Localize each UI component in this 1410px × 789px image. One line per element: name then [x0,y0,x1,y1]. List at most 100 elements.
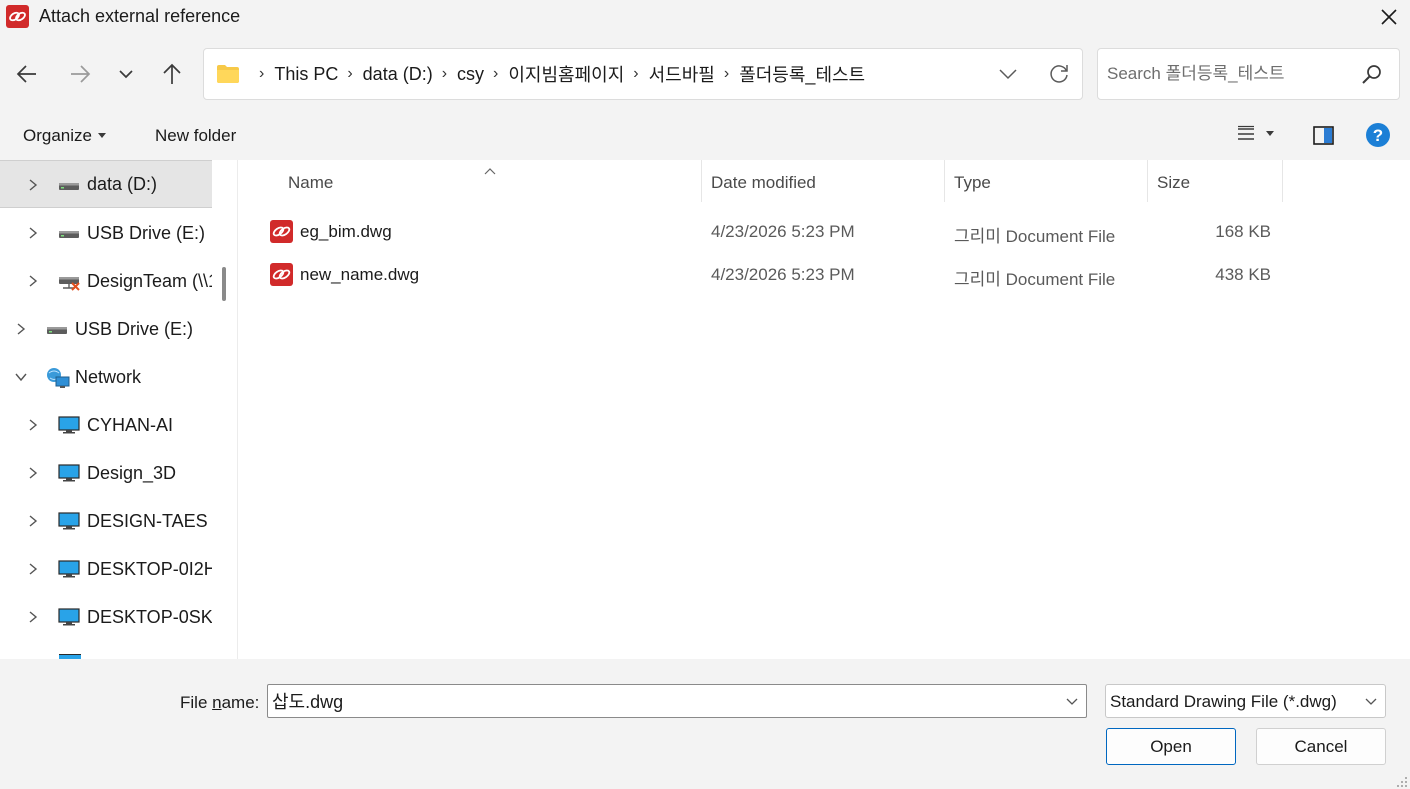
column-header-date[interactable]: Date modified [711,173,816,193]
breadcrumb-third-party[interactable]: 서드바필 [649,61,715,87]
breadcrumb-separator[interactable]: › [724,65,729,83]
chevron-right-icon[interactable] [26,274,40,288]
nav-item-data-drive[interactable]: data (D:) [0,160,212,208]
nav-item-label: DESKTOP-0I2H1 [87,558,212,579]
new-folder-button[interactable]: New folder [155,126,236,146]
chevron-right-icon[interactable] [26,562,40,576]
nav-pane-scrollbar[interactable] [222,267,226,301]
computer-icon [58,608,80,626]
close-button[interactable] [1372,2,1406,32]
chevron-right-icon[interactable] [26,514,40,528]
file-list[interactable]: Name Date modified Type Size eg_bim.dwg … [240,160,1410,659]
breadcrumb-current-folder[interactable]: 폴더등록_테스트 [739,61,865,87]
nav-item-design-3d[interactable]: Design_3D [0,449,212,497]
chevron-down-icon [999,69,1017,80]
column-header-size[interactable]: Size [1157,173,1190,193]
up-arrow-icon [163,63,181,84]
breadcrumb: › This PC › data (D:) › csy › 이지빔홈페이지 › … [250,49,865,99]
file-name-combobox[interactable] [267,684,1087,718]
label-part: ame: [221,693,260,712]
nav-item-label: DesignTeam (\\1 [87,270,212,291]
nav-item-design-taes[interactable]: DESIGN-TAES [0,497,212,545]
breadcrumb-this-pc[interactable]: This PC [274,64,338,85]
chevron-down-icon[interactable] [14,370,28,384]
help-button[interactable]: ? [1365,122,1391,148]
organize-button[interactable]: Organize [23,126,106,146]
dwg-file-icon [270,263,293,286]
chevron-right-icon[interactable] [26,466,40,480]
column-divider[interactable] [701,160,702,202]
back-button[interactable] [11,58,43,90]
back-arrow-icon [16,65,36,83]
file-type: 그리미 Document File [954,227,1116,246]
breadcrumb-homepage[interactable]: 이지빔홈페이지 [508,61,624,87]
file-name-input[interactable] [272,689,1052,713]
computer-icon [58,560,80,578]
nav-item-usb-drive[interactable]: USB Drive (E:) [0,209,212,257]
file-date: 4/23/2026 5:23 PM [711,265,855,284]
up-button[interactable] [156,58,188,90]
breadcrumb-separator[interactable]: › [633,65,638,83]
search-icon[interactable] [1360,63,1384,87]
network-icon [47,368,70,388]
search-input[interactable] [1107,61,1347,87]
column-header-name[interactable]: Name [288,173,333,193]
nav-item-designteam[interactable]: DesignTeam (\\1 [0,257,212,305]
file-type: 그리미 Document File [954,270,1116,289]
caret-down-icon [1266,131,1274,136]
breadcrumb-csy[interactable]: csy [457,64,484,85]
column-header-type[interactable]: Type [954,173,991,193]
drive-icon [47,327,67,334]
preview-pane-button[interactable] [1312,124,1336,148]
view-options-button[interactable] [1236,124,1274,144]
recent-locations-button[interactable] [110,58,142,90]
navigation-pane[interactable]: data (D:) USB Drive (E:) DesignTeam (\\1… [0,160,212,659]
nav-item-label: Design_3D [87,462,177,483]
column-divider[interactable] [1282,160,1283,202]
address-history-button[interactable] [994,61,1022,87]
chevron-down-icon[interactable] [1064,693,1080,709]
file-date: 4/23/2026 5:23 PM [711,222,855,241]
drive-icon [59,231,79,238]
breadcrumb-data-drive[interactable]: data (D:) [363,64,433,85]
open-button[interactable]: Open [1106,728,1236,765]
nav-item-label: USB Drive (E:) [75,318,194,339]
file-type-select[interactable]: Standard Drawing File (*.dwg) [1105,684,1386,718]
file-type-value: Standard Drawing File (*.dwg) [1110,692,1337,711]
breadcrumb-separator[interactable]: › [347,65,352,83]
chevron-right-icon[interactable] [26,178,40,192]
nav-item-network[interactable]: Network [0,353,212,401]
address-bar[interactable]: › This PC › data (D:) › csy › 이지빔홈페이지 › … [203,48,1083,100]
autocad-app-icon [6,5,29,28]
file-row[interactable]: new_name.dwg 4/23/2026 5:23 PM 그리미 Docum… [240,253,1410,296]
resize-grip-icon[interactable] [1396,776,1408,788]
main-area: data (D:) USB Drive (E:) DesignTeam (\\1… [0,160,1410,659]
nav-item-label: USB Drive (E:) [87,222,206,243]
chevron-right-icon[interactable] [26,226,40,240]
nav-item-cyhan-ai[interactable]: CYHAN-AI [0,401,212,449]
pane-divider[interactable] [237,160,238,659]
file-row[interactable]: eg_bim.dwg 4/23/2026 5:23 PM 그리미 Documen… [240,210,1410,253]
column-divider[interactable] [1147,160,1148,202]
drive-icon [59,183,79,190]
dwg-file-icon [270,220,293,243]
column-divider[interactable] [944,160,945,202]
forward-button[interactable] [64,58,96,90]
chevron-down-icon [119,70,133,79]
title-bar: Attach external reference [0,0,1410,34]
chevron-right-icon[interactable] [26,418,40,432]
refresh-button[interactable] [1044,59,1074,89]
window-title: Attach external reference [39,6,241,26]
chevron-right-icon[interactable] [26,610,40,624]
breadcrumb-separator[interactable]: › [493,65,498,83]
search-box[interactable] [1097,48,1400,100]
file-name: new_name.dwg [300,265,420,284]
chevron-right-icon[interactable] [14,322,28,336]
cancel-button[interactable]: Cancel [1256,728,1386,765]
file-size: 438 KB [1215,265,1271,284]
nav-item-usb-drive-root[interactable]: USB Drive (E:) [0,305,212,353]
nav-item-desktop-0i2h1[interactable]: DESKTOP-0I2H1 [0,545,212,593]
breadcrumb-separator[interactable]: › [442,65,447,83]
nav-item-desktop-0skgi[interactable]: DESKTOP-0SKGI [0,593,212,641]
nav-item-label: DESKTOP-0SKGI [87,606,212,627]
